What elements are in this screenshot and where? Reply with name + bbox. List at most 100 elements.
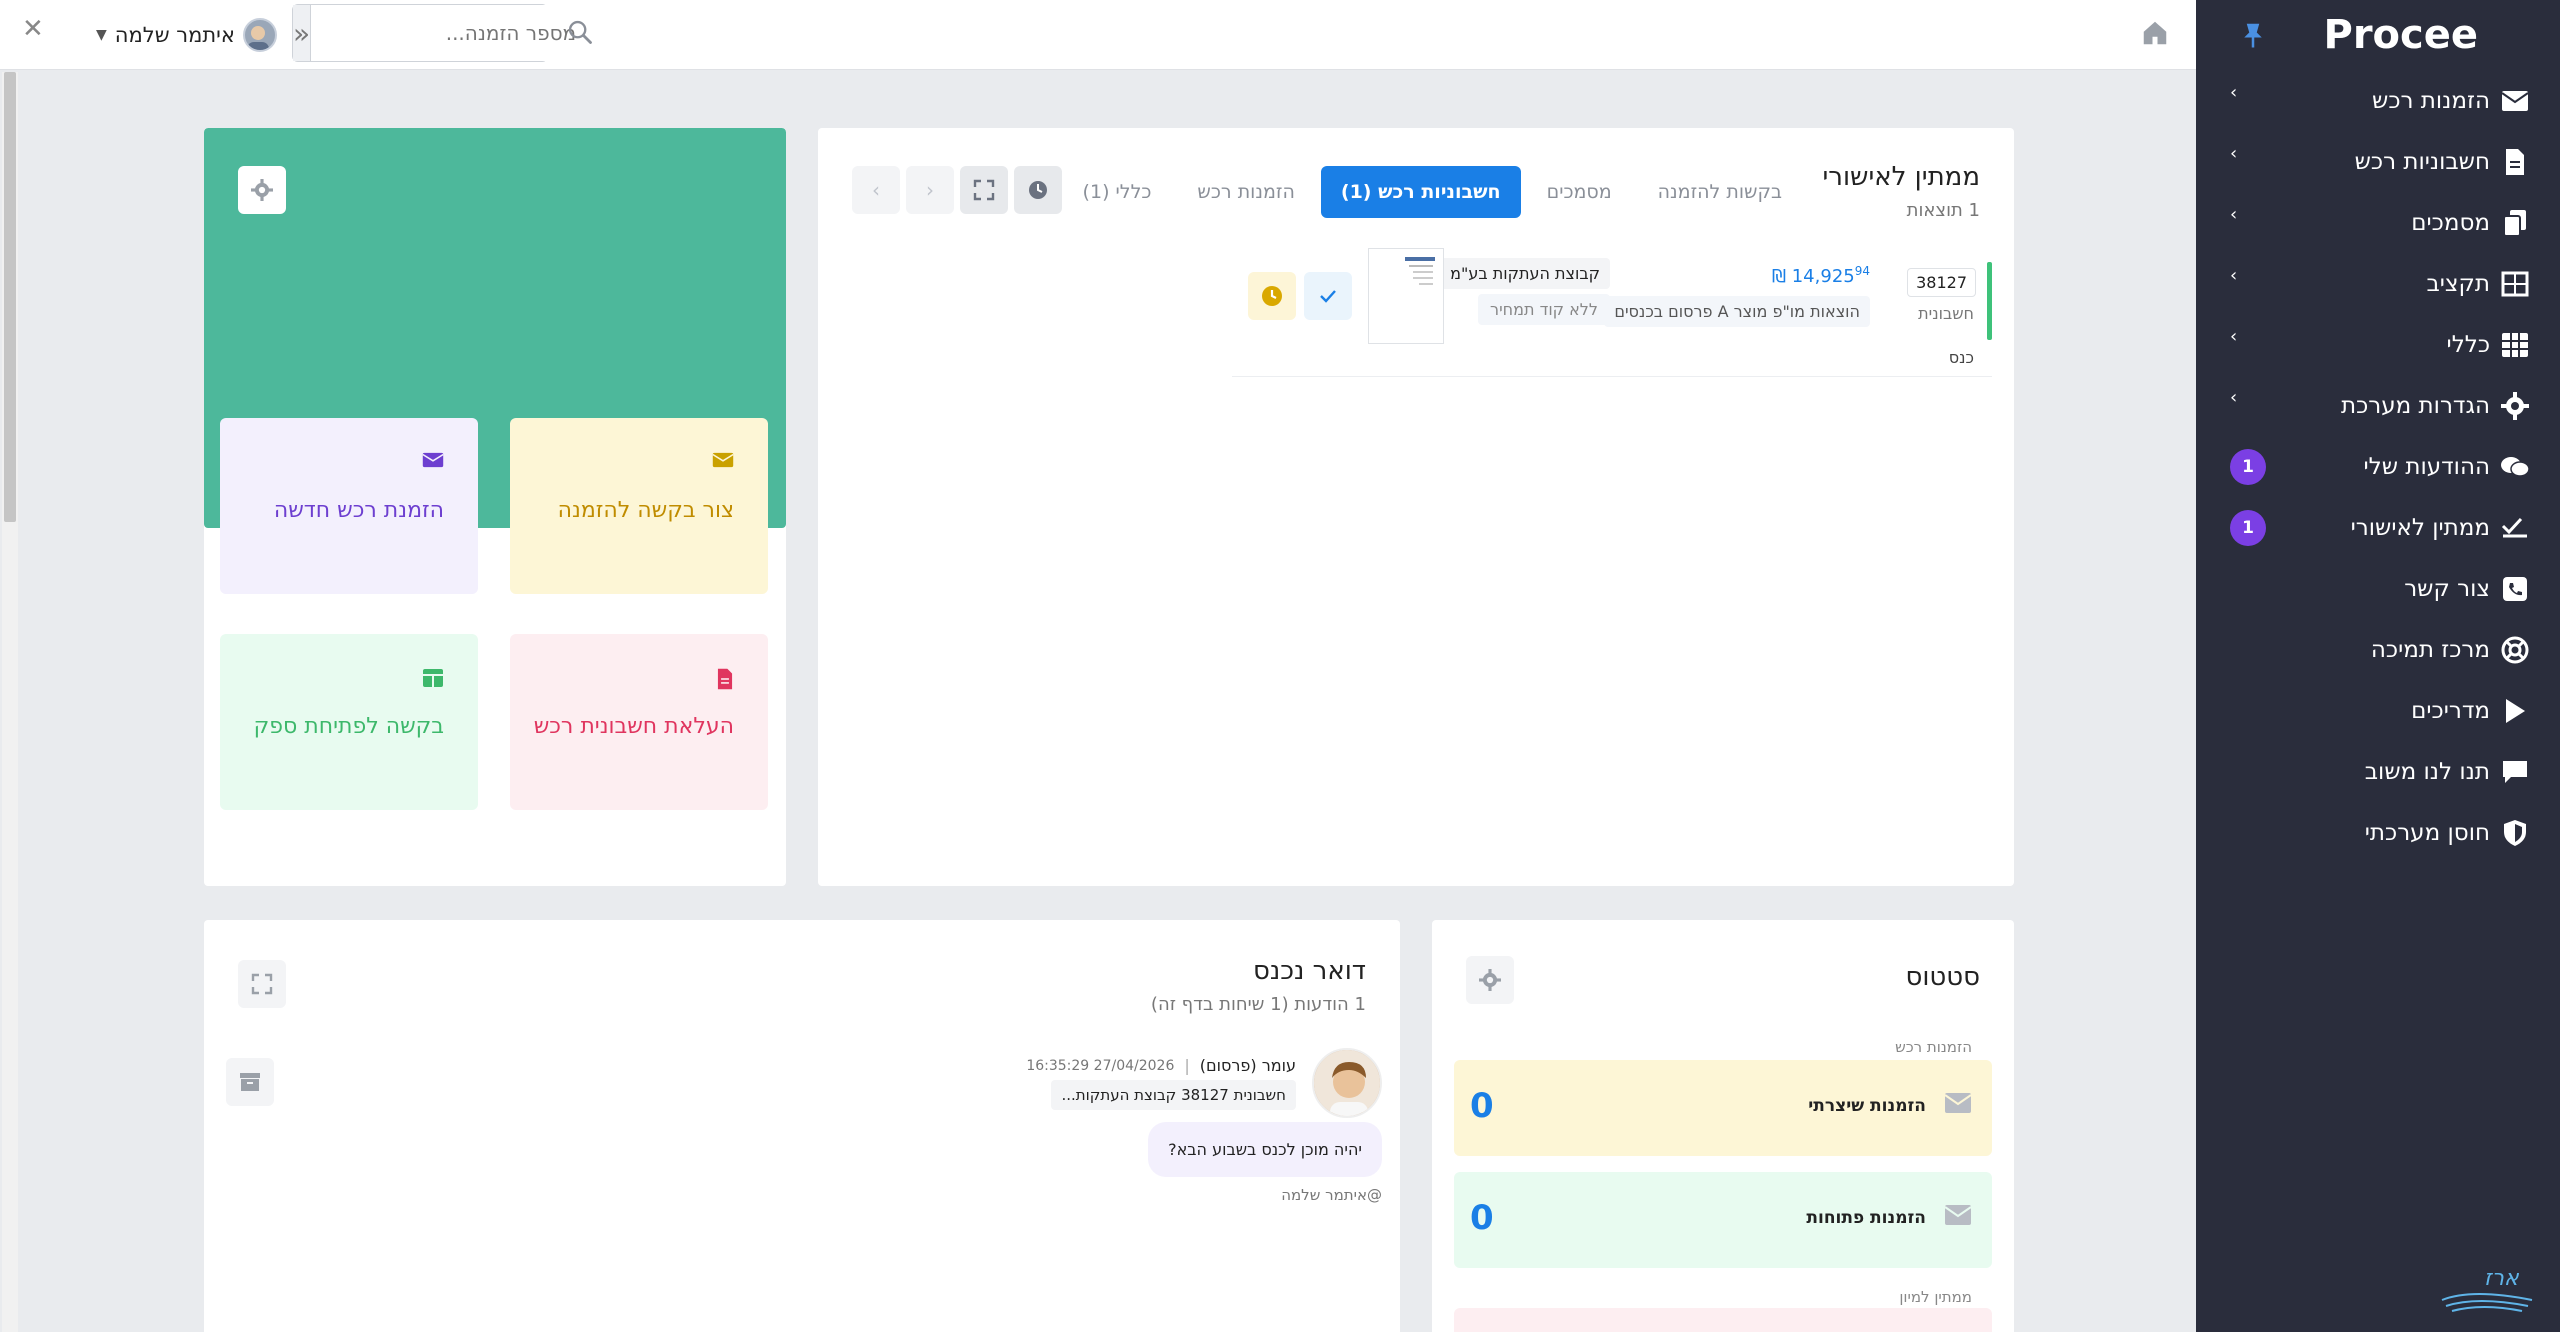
stat-value: 0 (1470, 1198, 1494, 1238)
close-icon[interactable]: ✕ (22, 14, 44, 44)
message-bubble[interactable]: יהיה מוכן לכנס בשבוע הבא? (1148, 1122, 1382, 1177)
sidebar-item-purchase-orders[interactable]: הזמנות רכש ‹ (2196, 70, 2560, 131)
history-icon[interactable] (1014, 166, 1062, 214)
chevron-icon[interactable]: ‹ (2230, 326, 2237, 347)
grid-icon (422, 668, 444, 692)
sidebar-item-guides[interactable]: מדריכים (2196, 680, 2560, 741)
supplier-request-tile[interactable]: בקשה לפתיחת ספק (220, 634, 478, 810)
settings-button[interactable] (1466, 956, 1514, 1004)
sidebar-item-documents[interactable]: מסמכים ‹ (2196, 192, 2560, 253)
amount: 14,92594 ₪ (1772, 264, 1870, 287)
envelope-icon (422, 452, 444, 472)
stat-label: הזמנות פתוחות (1806, 1208, 1926, 1228)
chevron-icon[interactable]: ‹ (2230, 143, 2237, 164)
expand-icon[interactable] (238, 960, 286, 1008)
sidebar-item-general[interactable]: כללי ‹ (2196, 314, 2560, 375)
sidebar-item-purchase-invoices[interactable]: חשבוניות רכש ‹ (2196, 131, 2560, 192)
envelope-icon (2500, 86, 2530, 116)
stat-value: 0 (1470, 1086, 1494, 1126)
logo: Procee (2324, 12, 2479, 58)
direction-label: כנס (1948, 348, 1974, 367)
gear-icon (2500, 391, 2530, 421)
order-number-input[interactable] (311, 5, 593, 61)
tab-order-requests[interactable]: בקשות להזמנה (1638, 166, 1802, 218)
double-chevron-icon[interactable]: » (293, 5, 312, 61)
sidebar-item-label: ממתין לאישורי (2350, 514, 2490, 541)
supplier-tag: קבוצת העתקות בע"מ (1440, 258, 1610, 289)
row-divider (1232, 376, 1992, 377)
sidebar-item-budget[interactable]: תקציב ‹ (2196, 253, 2560, 314)
new-purchase-order-tile[interactable]: הזמנת רכש חדשה (220, 418, 478, 594)
document-type: חשבונית (1918, 304, 1974, 323)
sidebar-item-pending-approval[interactable]: ממתין לאישורי 1 (2196, 497, 2560, 558)
sidebar-item-support-center[interactable]: מרכז תמיכה (2196, 619, 2560, 680)
stat-label: הזמנות שיצרתי (1808, 1096, 1926, 1116)
table-icon (2500, 330, 2530, 360)
sidebar-item-label: מדריכים (2411, 697, 2490, 724)
chevron-right-icon[interactable]: › (906, 166, 954, 214)
chevron-icon[interactable]: ‹ (2230, 204, 2237, 225)
sidebar-item-resilience[interactable]: חוסן מערכתי (2196, 802, 2560, 863)
tile-label: העלאת חשבונית רכש (533, 714, 734, 739)
sidebar-item-contact[interactable]: צור קשר (2196, 558, 2560, 619)
play-icon (2500, 696, 2530, 726)
sidebar-item-my-messages[interactable]: ההודעות שלי 1 (2196, 436, 2560, 497)
tab-purchase-invoices[interactable]: חשבוניות רכש (1) (1320, 166, 1521, 218)
tab-documents[interactable]: מסמכים (1527, 166, 1632, 218)
envelope-icon (1944, 1204, 1972, 1230)
tile-label: בקשה לפתיחת ספק (253, 714, 444, 739)
approval-row[interactable]: 38127 חשבונית 14,92594 ₪ הוצאות מו"פ מוצ… (1232, 248, 1992, 508)
postpone-button[interactable] (1248, 272, 1296, 320)
sidebar-item-label: תקציב (2426, 270, 2490, 297)
settings-button[interactable] (238, 166, 286, 214)
sidebar-item-label: ההודעות שלי (2363, 453, 2490, 480)
stat-card-pending-sort[interactable] (1454, 1308, 1992, 1332)
sidebar-item-label: הזמנות רכש (2372, 87, 2490, 114)
sidebar-item-label: הגדרות מערכת (2340, 392, 2490, 419)
home-icon[interactable] (2140, 18, 2170, 48)
panel-title: ממתין לאישורי (1822, 162, 1980, 192)
tile-label: צור בקשה להזמנה (557, 498, 734, 523)
message-reference-link[interactable]: חשבונית 38127 קבוצת העתקות... (1051, 1080, 1296, 1110)
stat-card-created-orders[interactable]: 0 הזמנות שיצרתי (1454, 1060, 1992, 1156)
document-thumbnail[interactable] (1368, 248, 1444, 344)
scrollbar-thumb[interactable] (4, 72, 16, 522)
message-header: עומר (פרסום) | 27/04/2026 16:35:29 (1026, 1056, 1296, 1075)
scrollbar[interactable] (2, 72, 18, 1332)
price-code-tag: ללא קוד תמחיר (1478, 294, 1610, 325)
chevron-left-icon[interactable]: ‹ (852, 166, 900, 214)
tile-label: הזמנת רכש חדשה (273, 498, 444, 523)
panel-subtitle: 1 הודעות (1 שיחות בדף זה) (1150, 994, 1366, 1015)
chevron-icon[interactable]: ‹ (2230, 82, 2237, 103)
pin-icon[interactable] (2238, 20, 2268, 50)
chevron-icon[interactable]: ‹ (2230, 387, 2237, 408)
archive-icon[interactable] (226, 1058, 274, 1106)
file-icon (716, 668, 734, 694)
bottom-brand-text: ארז (2484, 1266, 2519, 1291)
logo-text: Procee (2323, 12, 2479, 58)
expand-icon[interactable] (960, 166, 1008, 214)
tab-purchase-orders[interactable]: הזמנות רכש (1177, 166, 1314, 218)
user-menu[interactable]: איתמר שלמה ▼ (96, 18, 277, 52)
chevron-icon[interactable]: ‹ (2230, 265, 2237, 286)
tab-general[interactable]: כללי (1) (1063, 166, 1172, 218)
lifebuoy-icon (2500, 635, 2530, 665)
sidebar-item-system-settings[interactable]: הגדרות מערכת ‹ (2196, 375, 2560, 436)
sidebar-item-label: חוסן מערכתי (2364, 819, 2490, 846)
search-icon[interactable] (566, 18, 594, 46)
chat-icon (2500, 452, 2530, 482)
approve-button[interactable] (1304, 272, 1352, 320)
currency: ₪ (1771, 266, 1786, 287)
budget-icon (2500, 269, 2530, 299)
create-order-request-tile[interactable]: צור בקשה להזמנה (510, 418, 768, 594)
comment-icon (2500, 757, 2530, 787)
search-box: » (292, 4, 593, 62)
sidebar-item-feedback[interactable]: תנו לנו משוב (2196, 741, 2560, 802)
message-mention: @איתמר שלמה (1281, 1186, 1382, 1204)
stat-card-open-orders[interactable]: 0 הזמנות פתוחות (1454, 1172, 1992, 1268)
upload-invoice-tile[interactable]: העלאת חשבונית רכש (510, 634, 768, 810)
chevron-down-icon: ▼ (96, 27, 107, 43)
panel-title: דואר נכנס (1252, 956, 1366, 986)
avatar (1312, 1048, 1382, 1118)
sidebar-item-label: מסמכים (2411, 209, 2490, 236)
